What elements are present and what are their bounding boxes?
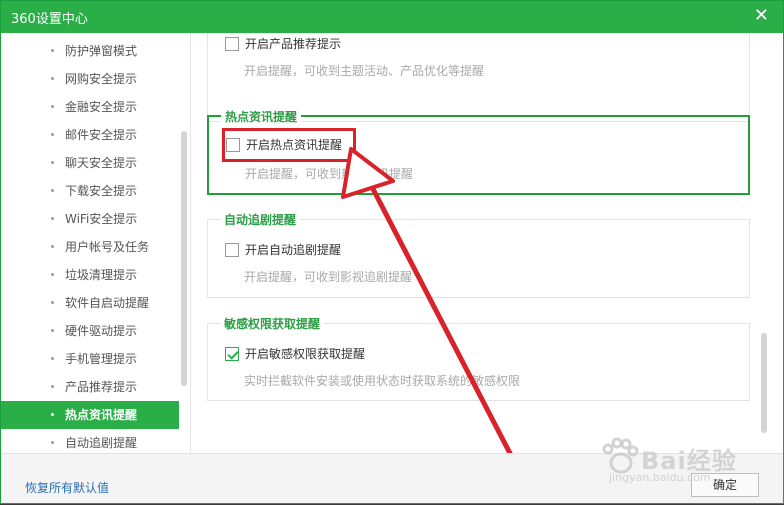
settings-window: 360设置中心 ✕ 防护弹窗模式 网购安全提示 金融安全提示 邮件安全提示 聊天安全提示… <box>0 0 784 504</box>
annotation-arrow-icon <box>341 147 518 466</box>
watermark-url: jingyan.baidu.com <box>609 471 711 484</box>
restore-defaults-link[interactable]: 恢复所有默认值 <box>25 479 109 496</box>
